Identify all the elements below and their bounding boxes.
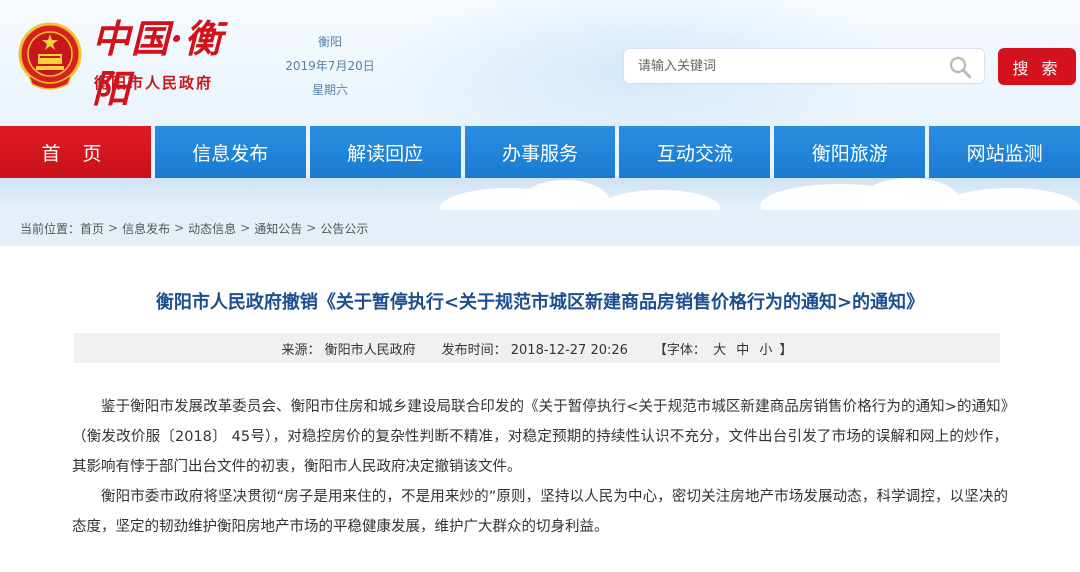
article-paragraph: 衡阳市委市政府将坚决贯彻“房子是用来住的，不是用来炒的”原则，坚持以人民为中心，…: [72, 489, 1008, 535]
nav-item-site-monitor[interactable]: 网站监测: [929, 126, 1080, 178]
article-meta-bar: 来源： 衡阳市人民政府 发布时间： 2018-12-27 20:26 【字体： …: [74, 333, 1000, 363]
search-box: [623, 48, 985, 84]
time-label: 发布时间：: [441, 342, 507, 358]
weekday-label: 星期六: [311, 83, 348, 97]
nav-item-interpretation[interactable]: 解读回应: [309, 126, 461, 178]
breadcrumb-item-info-release[interactable]: 信息发布: [122, 220, 170, 237]
search-input[interactable]: [638, 49, 938, 83]
city-label: 衡阳: [317, 35, 342, 49]
article-time: 发布时间： 2018-12-27 20:26: [442, 339, 628, 358]
date-block: 衡阳 2019年7月20日 星期六: [280, 30, 380, 102]
nav-item-home[interactable]: 首 页: [0, 126, 151, 178]
breadcrumb-item-notices[interactable]: 通知公告: [254, 220, 302, 237]
nav-item-services[interactable]: 办事服务: [464, 126, 616, 178]
breadcrumb-separator: >: [108, 221, 119, 235]
breadcrumb: 当前位置： 首页 > 信息发布 > 动态信息 > 通知公告 > 公告公示: [0, 210, 1080, 246]
breadcrumb-separator: >: [240, 221, 251, 235]
main-nav: 首 页 信息发布 解读回应 办事服务 互动交流 衡阳旅游 网站监测: [0, 126, 1080, 178]
time-value: 2018-12-27 20:26: [510, 342, 628, 358]
article: 衡阳市人民政府撤销《关于暂停执行<关于规范市城区新建商品房销售价格行为的通知>的…: [0, 246, 1080, 572]
source-value: 衡阳市人民政府: [324, 342, 416, 358]
cloud-banner: [0, 178, 1080, 210]
breadcrumb-item-announcements[interactable]: 公告公示: [320, 220, 368, 237]
national-emblem-icon: [18, 22, 82, 90]
font-size-selector: 【字体： 大 中 小 】: [654, 339, 793, 358]
nav-item-interaction[interactable]: 互动交流: [619, 126, 771, 178]
breadcrumb-separator: >: [174, 221, 185, 235]
breadcrumb-item-dynamic-info[interactable]: 动态信息: [188, 220, 236, 237]
site-logo-title: 中国·衡阳: [92, 16, 224, 111]
breadcrumb-item-home[interactable]: 首页: [80, 220, 104, 237]
breadcrumb-separator: >: [306, 221, 317, 235]
font-size-large[interactable]: 大: [713, 343, 726, 358]
search-icon[interactable]: [948, 55, 972, 79]
font-size-medium[interactable]: 中: [736, 343, 749, 358]
nav-item-tourism[interactable]: 衡阳旅游: [774, 126, 926, 178]
article-body: 鉴于衡阳市发展改革委员会、衡阳市住房和城乡建设局联合印发的《关于暂停执行<关于规…: [72, 392, 1008, 542]
font-size-label: 【字体：: [653, 342, 706, 358]
article-paragraph: 鉴于衡阳市发展改革委员会、衡阳市住房和城乡建设局联合印发的《关于暂停执行<关于规…: [72, 399, 1008, 475]
date-label: 2019年7月20日: [285, 59, 375, 73]
breadcrumb-prefix: 当前位置：: [20, 221, 81, 236]
site-logo-subtitle: 衡阳市人民政府: [94, 74, 214, 92]
source-label: 来源：: [281, 342, 321, 358]
article-source: 来源： 衡阳市人民政府: [281, 339, 415, 358]
site-header: 中国·衡阳 衡阳市人民政府 衡阳 2019年7月20日 星期六 搜 索: [0, 0, 1080, 126]
nav-item-info-release[interactable]: 信息发布: [154, 126, 306, 178]
search-button[interactable]: 搜 索: [998, 48, 1076, 85]
font-size-small[interactable]: 小: [759, 343, 772, 358]
font-size-close: 】: [779, 342, 793, 358]
article-title: 衡阳市人民政府撤销《关于暂停执行<关于规范市城区新建商品房销售价格行为的通知>的…: [155, 292, 925, 313]
